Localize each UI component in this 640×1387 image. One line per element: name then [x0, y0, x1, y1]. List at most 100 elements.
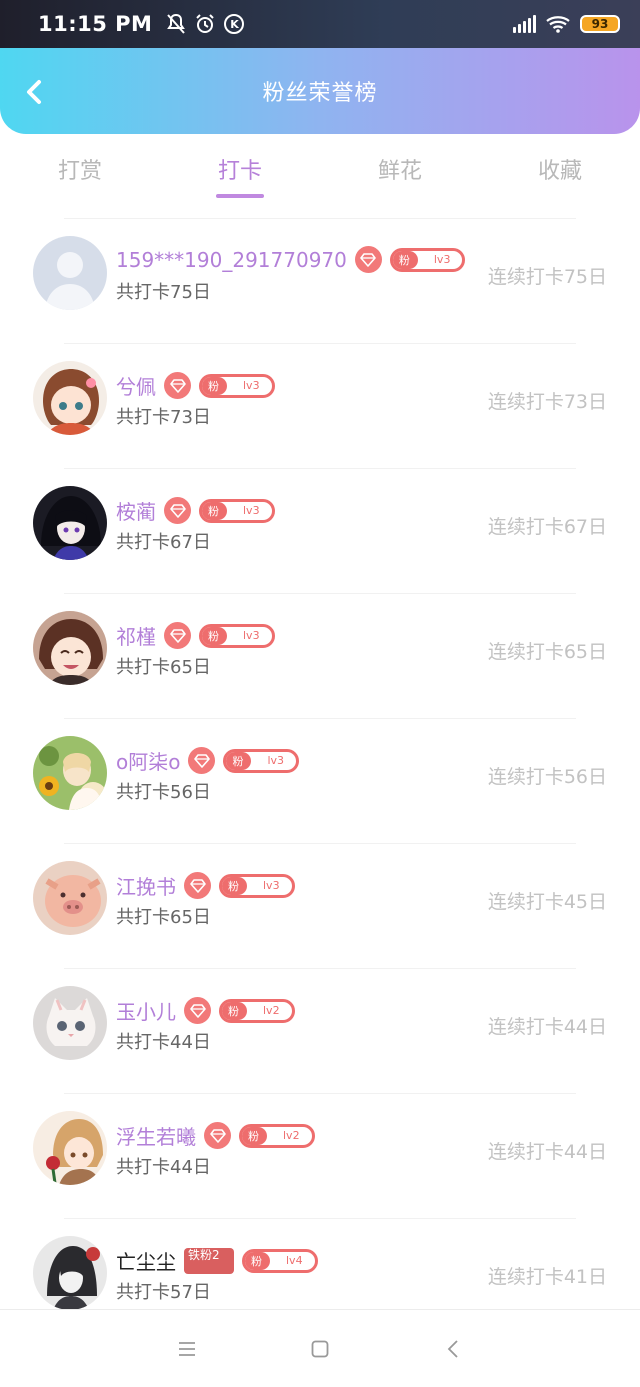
name-line: 玉小儿 粉 lv2: [116, 996, 295, 1025]
total-checkin: 共打卡56日: [116, 782, 211, 803]
streak-checkin: 连续打卡65日: [487, 641, 607, 663]
name-line: 桉蔺 粉 lv3: [116, 496, 275, 525]
tab-reward[interactable]: 打赏: [0, 140, 160, 210]
fan-name[interactable]: 桉蔺: [116, 496, 156, 525]
fan-badge-label: 粉: [202, 501, 227, 520]
streak-checkin: 连续打卡44日: [487, 1016, 607, 1038]
square-icon: [311, 1340, 329, 1357]
nav-menu-button[interactable]: [167, 1329, 207, 1369]
fan-row[interactable]: 江挽书 粉 lv3 共打卡65日 连续打卡45日: [0, 843, 640, 968]
fan-badge-label: 粉: [222, 876, 247, 895]
total-checkin: 共打卡44日: [116, 1157, 211, 1178]
total-checkin: 共打卡57日: [116, 1282, 211, 1303]
avatar[interactable]: [33, 361, 107, 435]
total-checkin: 共打卡65日: [116, 657, 211, 678]
fan-level-badge: 粉 lv2: [239, 1123, 315, 1148]
chevron-left-icon: [27, 80, 41, 104]
name-line: 兮佩 粉 lv3: [116, 371, 275, 400]
fan-badge-label: 粉: [245, 1251, 270, 1270]
fan-level-badge: 粉 lv3: [199, 498, 275, 523]
total-checkin: 共打卡67日: [116, 532, 211, 553]
back-button[interactable]: [20, 78, 48, 106]
fan-badge-label: 粉: [202, 376, 227, 395]
total-checkin: 共打卡44日: [116, 1032, 211, 1053]
name-line: 浮生若曦 粉 lv2: [116, 1121, 315, 1150]
fan-badge-label: 粉: [392, 250, 418, 269]
fan-badge-label: 粉: [222, 1001, 247, 1020]
name-line: 江挽书 粉 lv3: [116, 871, 295, 900]
avatar[interactable]: [33, 236, 107, 310]
tab-flowers[interactable]: 鲜花: [320, 140, 480, 210]
fan-level-badge: 粉 lv2: [219, 998, 295, 1023]
fan-badge-level: lv4: [286, 1254, 303, 1267]
fan-badge-level: lv3: [243, 504, 260, 517]
fan-name[interactable]: 浮生若曦: [116, 1121, 196, 1150]
avatar[interactable]: [33, 861, 107, 935]
status-right: 93: [513, 15, 620, 33]
avatar[interactable]: [33, 736, 107, 810]
tab-favorites[interactable]: 收藏: [480, 140, 640, 210]
streak-checkin: 连续打卡67日: [487, 516, 607, 538]
total-checkin: 共打卡65日: [116, 907, 211, 928]
fan-name[interactable]: 兮佩: [116, 371, 156, 400]
fan-name[interactable]: 江挽书: [116, 871, 176, 900]
fan-row[interactable]: o阿柒o 粉 lv3 共打卡56日 连续打卡56日: [0, 718, 640, 843]
avatar[interactable]: [33, 611, 107, 685]
fan-row[interactable]: 兮佩 粉 lv3 共打卡73日 连续打卡73日: [0, 343, 640, 468]
streak-checkin: 连续打卡41日: [487, 1266, 607, 1288]
fan-badge-level: lv3: [267, 754, 285, 767]
fan-level-badge: 粉 lv3: [199, 373, 275, 398]
fan-badge-level: lv3: [243, 379, 260, 392]
fan-row[interactable]: 玉小儿 粉 lv2 共打卡44日 连续打卡44日: [0, 968, 640, 1093]
alarm-icon: [196, 14, 215, 33]
status-bar: 11:15 PM K 93: [0, 0, 640, 48]
k-icon: K: [224, 14, 245, 34]
fan-row[interactable]: 桉蔺 粉 lv3 共打卡67日 连续打卡67日: [0, 468, 640, 593]
back-icon: [448, 1339, 458, 1358]
fan-badge-level: lv2: [283, 1129, 300, 1142]
streak-checkin: 连续打卡44日: [487, 1141, 607, 1163]
fan-name[interactable]: 159***190_291770970: [116, 248, 347, 272]
avatar[interactable]: [33, 1111, 107, 1185]
fan-badge-level: lv3: [263, 879, 280, 892]
fan-level-badge: 粉 lv3: [223, 748, 300, 773]
diamond-icon: [188, 747, 216, 774]
name-line: o阿柒o 粉 lv3: [116, 746, 300, 775]
fan-badge-label: 粉: [226, 751, 252, 770]
diamond-icon: [184, 872, 211, 899]
fan-row[interactable]: 159***190_291770970 粉 lv3 共打卡75日 连续打卡75日: [0, 218, 640, 343]
fan-name[interactable]: 祁槿: [116, 621, 156, 650]
signal-icon: [513, 15, 536, 33]
tab-checkin[interactable]: 打卡: [160, 140, 320, 210]
diamond-icon: [164, 372, 191, 399]
fan-level-badge: 粉 lv3: [219, 873, 295, 898]
total-checkin: 共打卡73日: [116, 407, 211, 428]
tab-bar: 打赏 打卡 鲜花 收藏: [0, 140, 640, 210]
fan-badge-label: 粉: [202, 626, 227, 645]
streak-checkin: 连续打卡73日: [487, 391, 607, 413]
avatar[interactable]: [33, 1236, 107, 1310]
fan-list: 159***190_291770970 粉 lv3 共打卡75日 连续打卡75日…: [0, 218, 640, 1343]
total-checkin: 共打卡75日: [116, 282, 211, 303]
fan-row[interactable]: 浮生若曦 粉 lv2 共打卡44日 连续打卡44日: [0, 1093, 640, 1218]
fan-name[interactable]: 亡尘尘: [116, 1246, 176, 1275]
diamond-icon: [204, 1122, 231, 1149]
nav-home-button[interactable]: [300, 1329, 340, 1369]
header-bar: 粉丝荣誉榜: [0, 48, 640, 134]
fan-level-badge: 粉 lv3: [199, 623, 275, 648]
bell-off-icon: [167, 13, 186, 34]
system-nav-bar: [0, 1309, 640, 1387]
streak-checkin: 连续打卡75日: [487, 266, 607, 288]
nav-back-button[interactable]: [433, 1329, 473, 1369]
fan-row[interactable]: 祁槿 粉 lv3 共打卡65日 连续打卡65日: [0, 593, 640, 718]
avatar[interactable]: [33, 986, 107, 1060]
streak-checkin: 连续打卡45日: [487, 891, 607, 913]
fan-name[interactable]: 玉小儿: [116, 996, 176, 1025]
iron-fan-badge: 铁粉2: [184, 1247, 234, 1274]
name-line: 159***190_291770970 粉 lv3: [116, 246, 466, 273]
fan-name[interactable]: o阿柒o: [116, 746, 180, 775]
avatar[interactable]: [33, 486, 107, 560]
diamond-icon: [164, 622, 191, 649]
menu-icon: [178, 1341, 195, 1356]
fan-badge-label: 粉: [242, 1126, 267, 1145]
